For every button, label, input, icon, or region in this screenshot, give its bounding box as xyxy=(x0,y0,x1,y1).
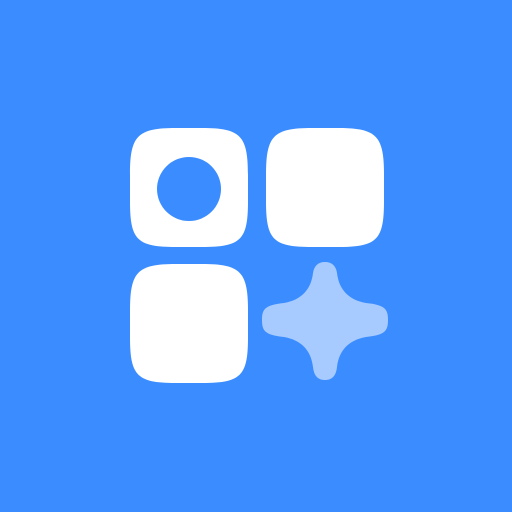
widgets-grid-sparkle-icon xyxy=(0,0,512,512)
square-tile-bottom-left xyxy=(130,264,248,383)
square-tile-top-right xyxy=(266,128,384,247)
app-icon xyxy=(0,0,512,512)
icon-background xyxy=(0,0,512,512)
